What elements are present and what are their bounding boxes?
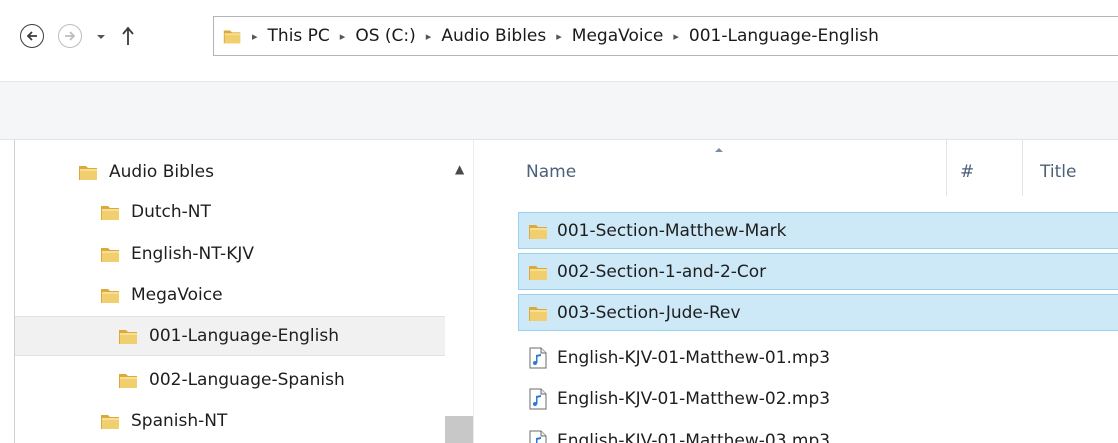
- nav-item-audio-bibles[interactable]: Audio Bibles: [77, 152, 214, 192]
- folder-icon: [99, 284, 121, 306]
- nav-item-label: 001-Language-English: [149, 326, 339, 346]
- nav-item-001-language-english[interactable]: 001-Language-English: [15, 316, 446, 356]
- folder-icon: [99, 243, 121, 265]
- breadcrumb[interactable]: ▸ This PC ▸ OS (C:) ▸ Audio Bibles ▸ MegaVoi…: [213, 16, 1118, 56]
- nav-item-label: English-NT-KJV: [131, 244, 254, 264]
- toolbar: [0, 82, 1118, 140]
- address-bar-area: ▸ This PC ▸ OS (C:) ▸ Audio Bibles ▸ MegaVoi…: [0, 0, 1118, 82]
- file-name: 003-Section-Jude-Rev: [557, 302, 741, 323]
- file-row-folder[interactable]: 003-Section-Jude-Rev: [518, 294, 1118, 331]
- nav-item-label: MegaVoice: [131, 285, 223, 305]
- folder-icon: [527, 261, 549, 283]
- audio-file-icon: [529, 347, 547, 369]
- scroll-up-icon[interactable]: ▲: [455, 162, 464, 176]
- audio-file-icon: [529, 388, 547, 410]
- breadcrumb-item-this-pc[interactable]: ▸ This PC: [248, 26, 330, 46]
- forward-arrow-icon: [65, 31, 76, 41]
- file-row-audio[interactable]: English-KJV-01-Matthew-03.mp3: [518, 422, 1118, 443]
- folder-icon: [117, 325, 139, 347]
- file-name: English-KJV-01-Matthew-01.mp3: [557, 347, 831, 368]
- file-row-audio[interactable]: English-KJV-01-Matthew-02.mp3: [518, 380, 1118, 417]
- breadcrumb-item-001-language-english[interactable]: ▸ 001-Language-English: [663, 26, 879, 46]
- nav-item-spanish-nt[interactable]: Spanish-NT: [99, 401, 227, 441]
- breadcrumb-separator: ▸: [673, 29, 679, 43]
- audio-file-icon: [529, 430, 547, 443]
- column-number[interactable]: #: [960, 162, 974, 182]
- column-title[interactable]: Title: [1040, 162, 1076, 182]
- forward-button[interactable]: [58, 24, 82, 48]
- breadcrumb-separator: ▸: [252, 29, 258, 43]
- nav-item-megavoice[interactable]: MegaVoice: [99, 275, 223, 315]
- nav-item-label: Spanish-NT: [131, 411, 228, 431]
- nav-scrollbar[interactable]: ▲: [445, 140, 473, 443]
- column-divider[interactable]: [1022, 140, 1023, 196]
- nav-item-english-nt-kjv[interactable]: English-NT-KJV: [99, 234, 254, 274]
- back-button[interactable]: [20, 24, 44, 48]
- folder-icon: [99, 201, 121, 223]
- breadcrumb-item-audio-bibles[interactable]: ▸ Audio Bibles: [416, 26, 546, 46]
- navigation-pane[interactable]: Audio Bibles Dutch-NT English-NT-KJV Meg…: [14, 140, 473, 443]
- nav-item-label: 002-Language-Spanish: [149, 370, 345, 390]
- breadcrumb-separator: ▸: [425, 29, 432, 43]
- file-name: 002-Section-1-and-2-Cor: [557, 261, 767, 282]
- folder-icon: [117, 369, 139, 391]
- breadcrumb-item-megavoice[interactable]: ▸ MegaVoice: [546, 26, 663, 46]
- file-row-folder[interactable]: 001-Section-Matthew-Mark: [518, 212, 1118, 249]
- folder-icon: [222, 26, 242, 46]
- nav-item-002-language-spanish[interactable]: 002-Language-Spanish: [117, 360, 345, 400]
- up-arrow-icon[interactable]: [120, 25, 136, 47]
- file-name: English-KJV-01-Matthew-03.mp3: [557, 430, 831, 443]
- folder-icon: [99, 410, 121, 432]
- nav-item-label: Dutch-NT: [131, 202, 211, 222]
- back-arrow-icon: [26, 31, 37, 41]
- sort-ascending-icon: [715, 148, 723, 152]
- file-row-audio[interactable]: English-KJV-01-Matthew-01.mp3: [518, 339, 1118, 376]
- file-name: English-KJV-01-Matthew-02.mp3: [557, 388, 831, 409]
- nav-item-label: Audio Bibles: [109, 162, 214, 182]
- file-list-pane[interactable]: Name # Title 001-Section-Matthew-Mark 00…: [473, 140, 1118, 443]
- column-divider[interactable]: [946, 140, 947, 196]
- column-name[interactable]: Name: [526, 162, 576, 182]
- breadcrumb-separator: ▸: [556, 29, 562, 43]
- chevron-down-icon[interactable]: [95, 32, 107, 42]
- nav-item-dutch-nt[interactable]: Dutch-NT: [99, 192, 211, 232]
- breadcrumb-separator: ▸: [339, 29, 346, 43]
- file-row-folder[interactable]: 002-Section-1-and-2-Cor: [518, 253, 1118, 290]
- folder-icon: [527, 302, 549, 324]
- scroll-thumb[interactable]: [445, 416, 473, 443]
- breadcrumb-item-os-c[interactable]: ▸ OS (C:): [330, 26, 416, 46]
- folder-icon: [527, 220, 549, 242]
- file-name: 001-Section-Matthew-Mark: [557, 220, 787, 241]
- column-header: Name # Title: [474, 140, 1118, 196]
- folder-icon: [77, 161, 99, 183]
